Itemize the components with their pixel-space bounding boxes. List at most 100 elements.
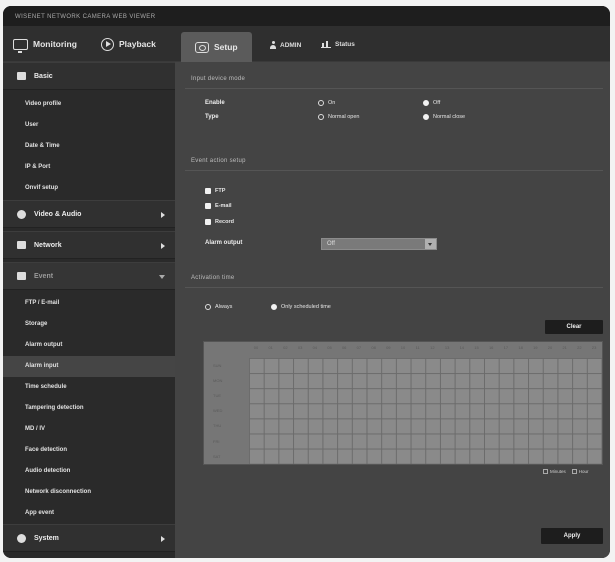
schedule-legend: Minutes Hour	[543, 469, 589, 475]
sidebar-item-app-event[interactable]: App event	[3, 503, 175, 524]
sidebar-item-alarm-output[interactable]: Alarm output	[3, 335, 175, 356]
sidebar-section-system[interactable]: System	[3, 524, 175, 552]
hour-label[interactable]: 03	[293, 345, 307, 350]
enable-on-radio[interactable]: On	[318, 100, 335, 106]
day-label[interactable]: THU	[213, 423, 221, 428]
sidebar-item-ftp-email[interactable]: FTP / E-mail	[3, 293, 175, 314]
always-radio[interactable]: Always	[205, 304, 232, 310]
hour-label[interactable]: 08	[367, 345, 381, 350]
sidebar-item-storage[interactable]: Storage	[3, 314, 175, 335]
playback-label: Playback	[119, 39, 156, 49]
hour-label[interactable]: 07	[352, 345, 366, 350]
day-label[interactable]: WED	[213, 408, 222, 413]
radio-selected-icon	[271, 304, 277, 310]
hour-label[interactable]: 15	[470, 345, 484, 350]
day-label[interactable]: FRI	[213, 439, 219, 444]
hour-label[interactable]: 02	[278, 345, 292, 350]
sidebar-section-label: Event	[34, 272, 54, 280]
legend-hour-label: Hour	[578, 469, 589, 474]
sidebar-item-audio-detection[interactable]: Audio detection	[3, 461, 175, 482]
status-menu[interactable]: Status	[321, 41, 355, 48]
legend-hour-swatch	[571, 469, 577, 475]
hour-label[interactable]: 18	[514, 345, 528, 350]
hour-label[interactable]: 00	[249, 345, 263, 350]
day-label[interactable]: TUE	[213, 393, 221, 398]
legend-minutes: Minutes	[543, 469, 566, 475]
hour-label[interactable]: 01	[264, 345, 278, 350]
sidebar-section-network[interactable]: Network	[3, 231, 175, 259]
checkbox-icon	[205, 203, 211, 209]
day-label[interactable]: SAT	[213, 454, 220, 459]
sidebar-item-tampering-detection[interactable]: Tampering detection	[3, 398, 175, 419]
sidebar-section-label: Video & Audio	[34, 210, 82, 218]
sidebar-section-event[interactable]: Event	[3, 262, 175, 290]
sidebar-section-video-audio[interactable]: Video & Audio	[3, 200, 175, 228]
chevron-down-icon	[159, 275, 165, 279]
alarm-output-select[interactable]: Off	[321, 238, 437, 250]
clear-button[interactable]: Clear	[545, 320, 603, 334]
type-normal-close-label: Normal close	[433, 114, 466, 120]
setup-tab[interactable]: Setup	[181, 32, 252, 62]
sidebar-item-face-detection[interactable]: Face detection	[3, 440, 175, 461]
type-normal-close-radio[interactable]: Normal close	[423, 114, 465, 120]
type-normal-open-radio[interactable]: Normal open	[318, 114, 360, 120]
playback-tab[interactable]: Playback	[101, 32, 156, 56]
monitoring-tab[interactable]: Monitoring	[13, 32, 77, 56]
sidebar-item-network-disconnection[interactable]: Network disconnection	[3, 482, 175, 503]
user-menu[interactable]: ADMIN	[270, 41, 301, 49]
hour-label[interactable]: 04	[308, 345, 322, 350]
hour-label[interactable]: 09	[381, 345, 395, 350]
monitor-icon	[13, 38, 28, 53]
day-label[interactable]: MON	[213, 378, 222, 383]
chevron-down-icon	[425, 239, 436, 249]
record-label: Record	[215, 219, 234, 225]
user-label: ADMIN	[280, 41, 302, 49]
checkbox-icon	[205, 188, 211, 194]
main-content: Input device mode Enable On Off Type Nor…	[175, 62, 610, 558]
sidebar-item-onvif-setup[interactable]: Onvif setup	[3, 178, 175, 199]
hour-label[interactable]: 16	[484, 345, 498, 350]
status-label: Status	[335, 41, 355, 48]
email-checkbox[interactable]: E-mail	[205, 203, 232, 209]
system-icon	[17, 533, 26, 543]
sidebar-item-md-iv[interactable]: MD / IV	[3, 419, 175, 440]
app-title: WISENET NETWORK CAMERA WEB VIEWER	[3, 6, 610, 26]
only-scheduled-radio[interactable]: Only scheduled time	[271, 304, 331, 310]
hour-label[interactable]: 21	[558, 345, 572, 350]
hour-label[interactable]: 05	[323, 345, 337, 350]
sidebar-item-time-schedule[interactable]: Time schedule	[3, 377, 175, 398]
section-divider	[185, 287, 603, 288]
sidebar-item-alarm-input[interactable]: Alarm input	[3, 356, 175, 377]
section-divider	[185, 170, 603, 171]
ftp-checkbox[interactable]: FTP	[205, 188, 225, 194]
record-checkbox[interactable]: Record	[205, 219, 234, 225]
hour-label[interactable]: 11	[411, 345, 425, 350]
event-action-setup-title: Event action setup	[191, 158, 246, 164]
sidebar-section-basic[interactable]: Basic	[3, 62, 175, 90]
hour-label[interactable]: 10	[396, 345, 410, 350]
alarm-output-label: Alarm output	[205, 240, 243, 246]
hour-label[interactable]: 13	[440, 345, 454, 350]
chevron-right-icon	[161, 243, 165, 249]
hour-label[interactable]: 17	[499, 345, 513, 350]
hour-label[interactable]: 19	[528, 345, 542, 350]
apply-button[interactable]: Apply	[541, 528, 603, 544]
sidebar-item-date-time[interactable]: Date & Time	[3, 136, 175, 157]
enable-on-label: On	[328, 100, 336, 106]
hour-label[interactable]: 23	[587, 345, 601, 350]
sidebar-item-video-profile[interactable]: Video profile	[3, 94, 175, 115]
activation-time-title: Activation time	[191, 275, 235, 281]
schedule-cells[interactable]	[249, 358, 602, 464]
hour-label[interactable]: 22	[572, 345, 586, 350]
enable-off-radio[interactable]: Off	[423, 100, 440, 106]
hour-label[interactable]: 14	[455, 345, 469, 350]
section-divider	[185, 88, 603, 89]
day-label[interactable]: SUN	[213, 363, 221, 368]
hour-label[interactable]: 06	[337, 345, 351, 350]
radio-icon	[318, 100, 324, 106]
hour-label[interactable]: 12	[425, 345, 439, 350]
sidebar-item-user[interactable]: User	[3, 115, 175, 136]
hour-label[interactable]: 20	[543, 345, 557, 350]
checkbox-icon	[205, 219, 211, 225]
sidebar-item-ip-port[interactable]: IP & Port	[3, 157, 175, 178]
